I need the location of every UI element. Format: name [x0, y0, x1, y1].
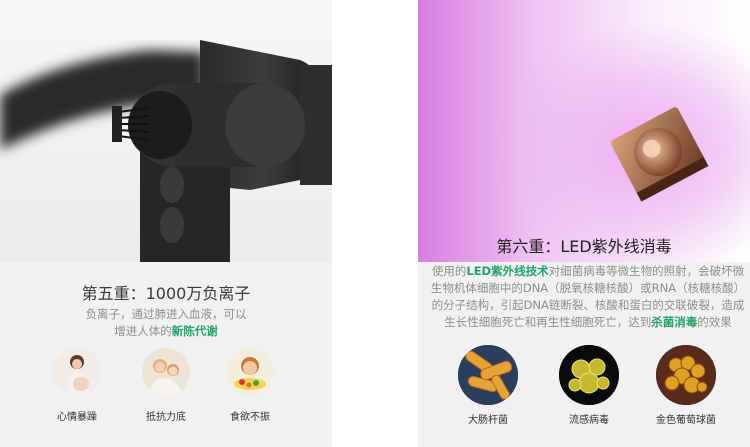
bacteria-icons-row: 大肠杆菌 流感病毒 金色葡萄球菌 [418, 345, 750, 445]
ion-feature-title: 第五重：1000万负离子 [81, 284, 251, 303]
child-eating-icon [226, 348, 274, 396]
uv-feature-description: 使用的LED紫外线技术对细菌病毒等微生物的照射，会破坏微生物机体细胞中的DNA（… [430, 263, 746, 331]
sterilize-highlight: 杀菌消毒 [651, 315, 698, 329]
uv-led-image [418, 0, 750, 262]
symptom-item: 食欲不振 [215, 348, 285, 423]
symptom-item: 心情暴躁 [42, 348, 112, 423]
symptom-item: 抵抗力底 [131, 348, 201, 423]
bacteria-label-staph: 金色葡萄球菌 [656, 415, 716, 426]
bacteria-label-flu: 流感病毒 [569, 415, 609, 426]
mother-child-icon [142, 348, 190, 396]
uv-tech-highlight: LED紫外线技术 [466, 264, 549, 278]
ion-desc-line1: 负离子，通过肺进入血液，可以 [85, 307, 247, 321]
bacteria-label-ecoli: 大肠杆菌 [468, 415, 508, 426]
negative-ion-panel: 第五重：1000万负离子 负离子，通过肺进入血液，可以 增进人体的新陈代谢 心情… [0, 0, 332, 447]
ion-desc-line2: 增进人体的 [114, 324, 172, 338]
influenza-virus-icon [559, 345, 619, 405]
symptom-label-appetite: 食欲不振 [230, 412, 270, 423]
bacteria-item: 流感病毒 [549, 345, 629, 426]
product-nozzle-image [0, 0, 332, 262]
pregnant-woman-icon [53, 348, 101, 396]
staphylococcus-icon [656, 345, 716, 405]
e-coli-icon [458, 345, 518, 405]
uv-desc-post: 的效果 [697, 315, 732, 329]
uv-led-panel: 第六重：LED紫外线消毒 使用的LED紫外线技术对细菌病毒等微生物的照射，会破坏… [418, 0, 750, 447]
bacteria-item: 大肠杆菌 [448, 345, 528, 426]
bacteria-item: 金色葡萄球菌 [646, 345, 726, 426]
symptom-icons-row: 心情暴躁 抵抗力底 食欲不振 [0, 348, 332, 438]
metabolism-highlight: 新陈代谢 [171, 324, 218, 338]
symptom-label-mood: 心情暴躁 [57, 412, 97, 423]
ion-feature-description: 负离子，通过肺进入血液，可以 增进人体的新陈代谢 [40, 306, 292, 340]
uv-feature-title: 第六重：LED紫外线消毒 [496, 237, 672, 256]
uv-desc-pre: 使用的 [431, 264, 467, 278]
symptom-label-immunity: 抵抗力底 [146, 412, 186, 423]
